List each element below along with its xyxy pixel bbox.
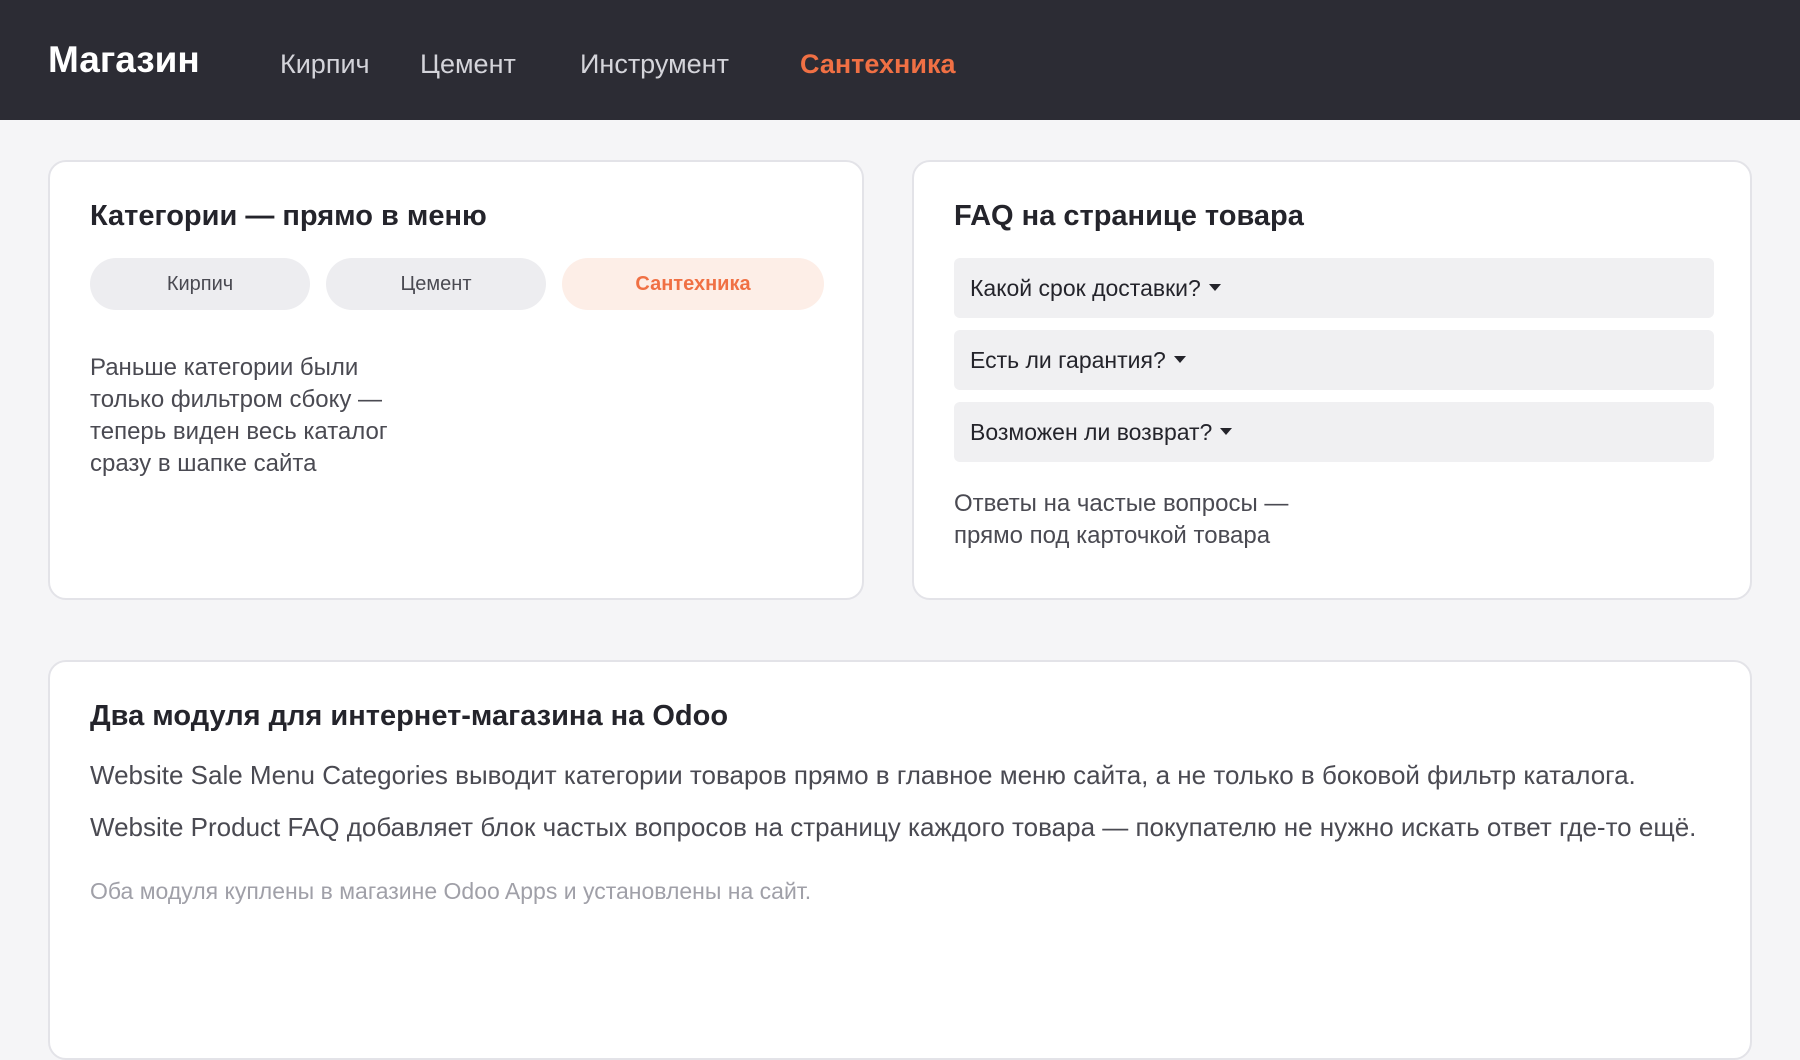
- modules-paragraph: Website Product FAQ добавляет блок часты…: [90, 812, 1697, 842]
- faq-item-warranty[interactable]: Есть ли гарантия?: [954, 330, 1714, 390]
- categories-description-line: теперь виден весь каталог: [90, 418, 388, 445]
- faq-item-return[interactable]: Возможен ли возврат?: [954, 402, 1714, 462]
- categories-description-line: только фильтром сбоку —: [90, 386, 383, 413]
- category-chip-plumbing[interactable]: Сантехника: [562, 258, 824, 310]
- caret-down-icon: [1220, 428, 1233, 436]
- faq-card-title: FAQ на странице товара: [954, 200, 1304, 232]
- faq-description-line: Ответы на частые вопросы —: [954, 490, 1289, 517]
- top-navigation-bar: Магазин Кирпич Цемент Инструмент Сантехн…: [0, 0, 1800, 120]
- categories-description-line: сразу в шапке сайта: [90, 450, 317, 477]
- modules-card: Два модуля для интернет-магазина на Odoo…: [48, 660, 1752, 1060]
- nav-link-cement[interactable]: Цемент: [420, 47, 516, 81]
- nav-link-bricks[interactable]: Кирпич: [280, 47, 370, 81]
- category-chip-cement[interactable]: Цемент: [326, 258, 546, 310]
- faq-question: Возможен ли возврат?: [970, 419, 1213, 445]
- caret-down-icon: [1208, 284, 1221, 292]
- categories-description: Раньше категории были только фильтром сб…: [90, 352, 388, 480]
- categories-card-title: Категории — прямо в меню: [90, 200, 487, 232]
- nav-link-plumbing[interactable]: Сантехника: [800, 47, 956, 81]
- faq-question: Есть ли гарантия?: [970, 347, 1166, 373]
- faq-description: Ответы на частые вопросы — прямо под кар…: [954, 488, 1288, 552]
- nav-link-tools[interactable]: Инструмент: [580, 47, 729, 81]
- faq-description-line: прямо под карточкой товара: [954, 522, 1271, 549]
- modules-card-title: Два модуля для интернет-магазина на Odoo: [90, 700, 729, 732]
- caret-down-icon: [1173, 356, 1186, 364]
- modules-paragraph: Website Sale Menu Categories выводит кат…: [90, 760, 1636, 790]
- categories-description-line: Раньше категории были: [90, 354, 359, 381]
- category-chip-bricks[interactable]: Кирпич: [90, 258, 310, 310]
- faq-question: Какой срок доставки?: [970, 275, 1201, 301]
- faq-card: FAQ на странице товара Какой срок достав…: [912, 160, 1752, 600]
- modules-note: Оба модуля куплены в магазине Odoo Apps …: [90, 878, 812, 904]
- faq-item-delivery[interactable]: Какой срок доставки?: [954, 258, 1714, 318]
- categories-card: Категории — прямо в меню Кирпич Цемент С…: [48, 160, 864, 600]
- brand-logo[interactable]: Магазин: [48, 38, 200, 82]
